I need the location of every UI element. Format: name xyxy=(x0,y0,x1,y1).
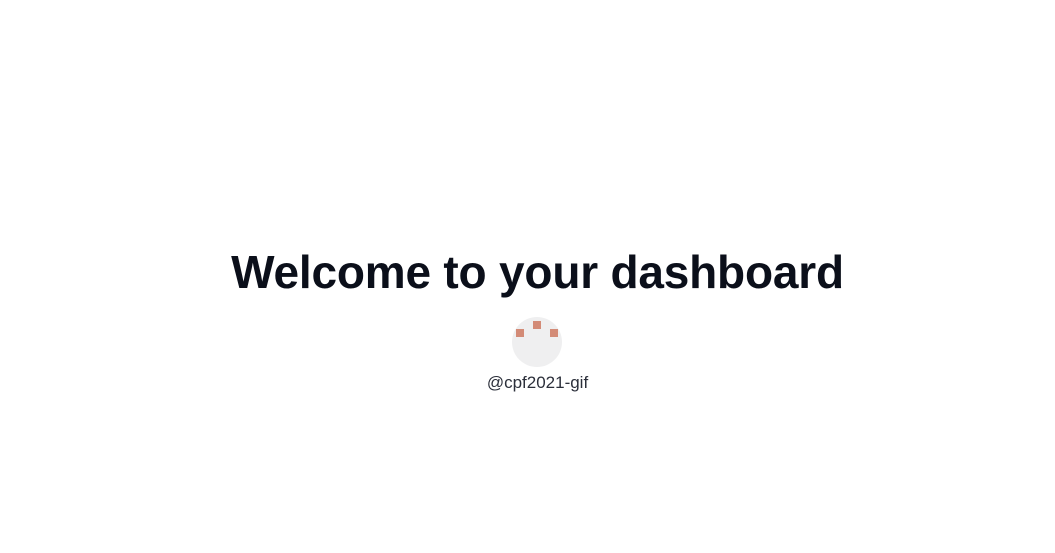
username-label: @cpf2021-gif xyxy=(486,373,589,392)
page-title: Welcome to your dashboard xyxy=(231,246,844,298)
dashboard-page: Welcome to your dashboard @cpf2021-gif xyxy=(0,0,1055,553)
avatar xyxy=(512,317,562,367)
identicon-avatar-icon xyxy=(516,321,558,337)
